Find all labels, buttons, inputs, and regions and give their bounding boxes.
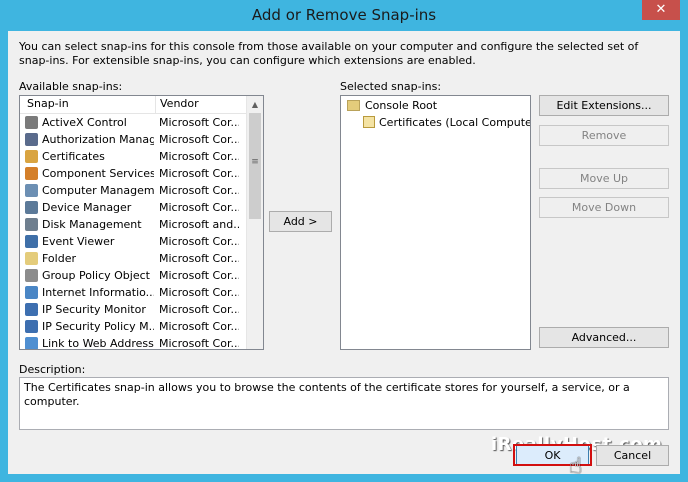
move-up-button[interactable]: Move Up <box>539 168 669 189</box>
cancel-button[interactable]: Cancel <box>596 445 669 466</box>
group-policy-icon <box>25 269 38 282</box>
intro-text: You can select snap-ins for this console… <box>19 40 639 67</box>
snapin-vendor: Microsoft Cor... <box>159 269 239 282</box>
grip-icon: ≡ <box>251 157 259 167</box>
snapin-name: Disk Management <box>42 218 142 231</box>
snapin-vendor: Microsoft Cor... <box>159 286 239 299</box>
description-box: The Certificates snap-in allows you to b… <box>19 377 669 430</box>
list-scrollbar[interactable]: ▲ ≡ <box>246 96 263 349</box>
snapin-name: Computer Managem... <box>42 184 154 197</box>
snapin-vendor: Microsoft Cor... <box>159 252 239 265</box>
snapin-name: Component Services <box>42 167 154 180</box>
ip-security-monitor-icon <box>25 303 38 316</box>
snapin-vendor: Microsoft Cor... <box>159 337 239 350</box>
column-header-vendor[interactable]: Vendor <box>155 96 199 113</box>
snapin-vendor: Microsoft and... <box>159 218 239 231</box>
close-button[interactable]: ✕ <box>642 0 680 20</box>
list-item[interactable]: IP Security Monitor Microsoft Cor... <box>20 301 248 318</box>
snapin-vendor: Microsoft Cor... <box>159 167 239 180</box>
disk-management-icon <box>25 218 38 231</box>
list-item[interactable]: Group Policy Object ... Microsoft Cor... <box>20 267 248 284</box>
available-snapins-label: Available snap-ins: <box>19 80 123 93</box>
folder-icon <box>25 252 38 265</box>
snapin-name: IP Security Monitor <box>42 303 146 316</box>
hand-cursor-icon: ☝ <box>569 454 583 479</box>
list-item[interactable]: Device Manager Microsoft Cor... <box>20 199 248 216</box>
snapin-vendor: Microsoft Cor... <box>159 184 239 197</box>
snapin-name: IP Security Policy M... <box>42 320 154 333</box>
snapin-vendor: Microsoft Cor... <box>159 116 239 129</box>
snapin-name: Certificates <box>42 150 105 163</box>
snapin-name: Device Manager <box>42 201 132 214</box>
tree-item-label: Console Root <box>365 99 438 112</box>
scroll-up-icon[interactable]: ▲ <box>247 96 263 113</box>
available-snapins-list[interactable]: Snap-in Vendor ActiveX Control Microsoft … <box>19 95 264 350</box>
list-item[interactable]: Disk Management Microsoft and... <box>20 216 248 233</box>
snapin-name: Internet Informatio... <box>42 286 154 299</box>
window-title: Add or Remove Snap-ins <box>251 6 437 24</box>
snapin-name: Group Policy Object ... <box>42 269 154 282</box>
snapin-vendor: Microsoft Cor... <box>159 150 239 163</box>
snapin-vendor: Microsoft Cor... <box>159 235 239 248</box>
list-item[interactable]: IP Security Policy M... Microsoft Cor... <box>20 318 248 335</box>
list-item[interactable]: Authorization Manager Microsoft Cor... <box>20 131 248 148</box>
computer-management-icon <box>25 184 38 197</box>
edit-extensions-button[interactable]: Edit Extensions... <box>539 95 669 116</box>
scroll-thumb[interactable]: ≡ <box>249 113 261 219</box>
web-link-icon <box>25 337 38 349</box>
event-viewer-icon <box>25 235 38 248</box>
advanced-button[interactable]: Advanced... <box>539 327 669 348</box>
list-item[interactable]: Component Services Microsoft Cor... <box>20 165 248 182</box>
certificates-icon <box>363 116 375 128</box>
list-item[interactable]: Link to Web Address Microsoft Cor... <box>20 335 248 350</box>
dialog-window: Add or Remove Snap-ins ✕ You can select … <box>0 0 688 482</box>
snapin-vendor: Microsoft Cor... <box>159 320 239 333</box>
activex-icon <box>25 116 38 129</box>
ip-security-policy-icon <box>25 320 38 333</box>
list-item[interactable]: Certificates Microsoft Cor... <box>20 148 248 165</box>
move-down-button[interactable]: Move Down <box>539 197 669 218</box>
certificates-icon <box>25 150 38 163</box>
snapin-name: Event Viewer <box>42 235 115 248</box>
snapin-name: Link to Web Address <box>42 337 154 350</box>
list-item[interactable]: Folder Microsoft Cor... <box>20 250 248 267</box>
snapin-name: Folder <box>42 252 76 265</box>
selected-snapins-label: Selected snap-ins: <box>340 80 442 93</box>
selected-snapins-tree[interactable]: Console Root Certificates (Local Compute… <box>340 95 531 350</box>
add-button[interactable]: Add > <box>269 211 332 232</box>
snapin-name: ActiveX Control <box>42 116 127 129</box>
snapin-vendor: Microsoft Cor... <box>159 201 239 214</box>
description-label: Description: <box>19 363 86 376</box>
device-manager-icon <box>25 201 38 214</box>
column-header-snapin[interactable]: Snap-in <box>27 96 69 112</box>
dialog-body: You can select snap-ins for this console… <box>8 31 680 479</box>
component-services-icon <box>25 167 38 180</box>
authorization-manager-icon <box>25 133 38 146</box>
iis-icon <box>25 286 38 299</box>
tree-item-label: Certificates (Local Computer) <box>379 116 531 129</box>
list-item[interactable]: Computer Managem... Microsoft Cor... <box>20 182 248 199</box>
folder-icon <box>347 100 360 111</box>
remove-button[interactable]: Remove <box>539 125 669 146</box>
snapin-name: Authorization Manager <box>42 133 154 146</box>
snapin-vendor: Microsoft Cor... <box>159 303 239 316</box>
list-header: Snap-in Vendor <box>20 96 248 114</box>
list-item[interactable]: Internet Informatio... Microsoft Cor... <box>20 284 248 301</box>
snapin-vendor: Microsoft Cor... <box>159 133 239 146</box>
list-item[interactable]: Event Viewer Microsoft Cor... <box>20 233 248 250</box>
list-item[interactable]: ActiveX Control Microsoft Cor... <box>20 114 248 131</box>
